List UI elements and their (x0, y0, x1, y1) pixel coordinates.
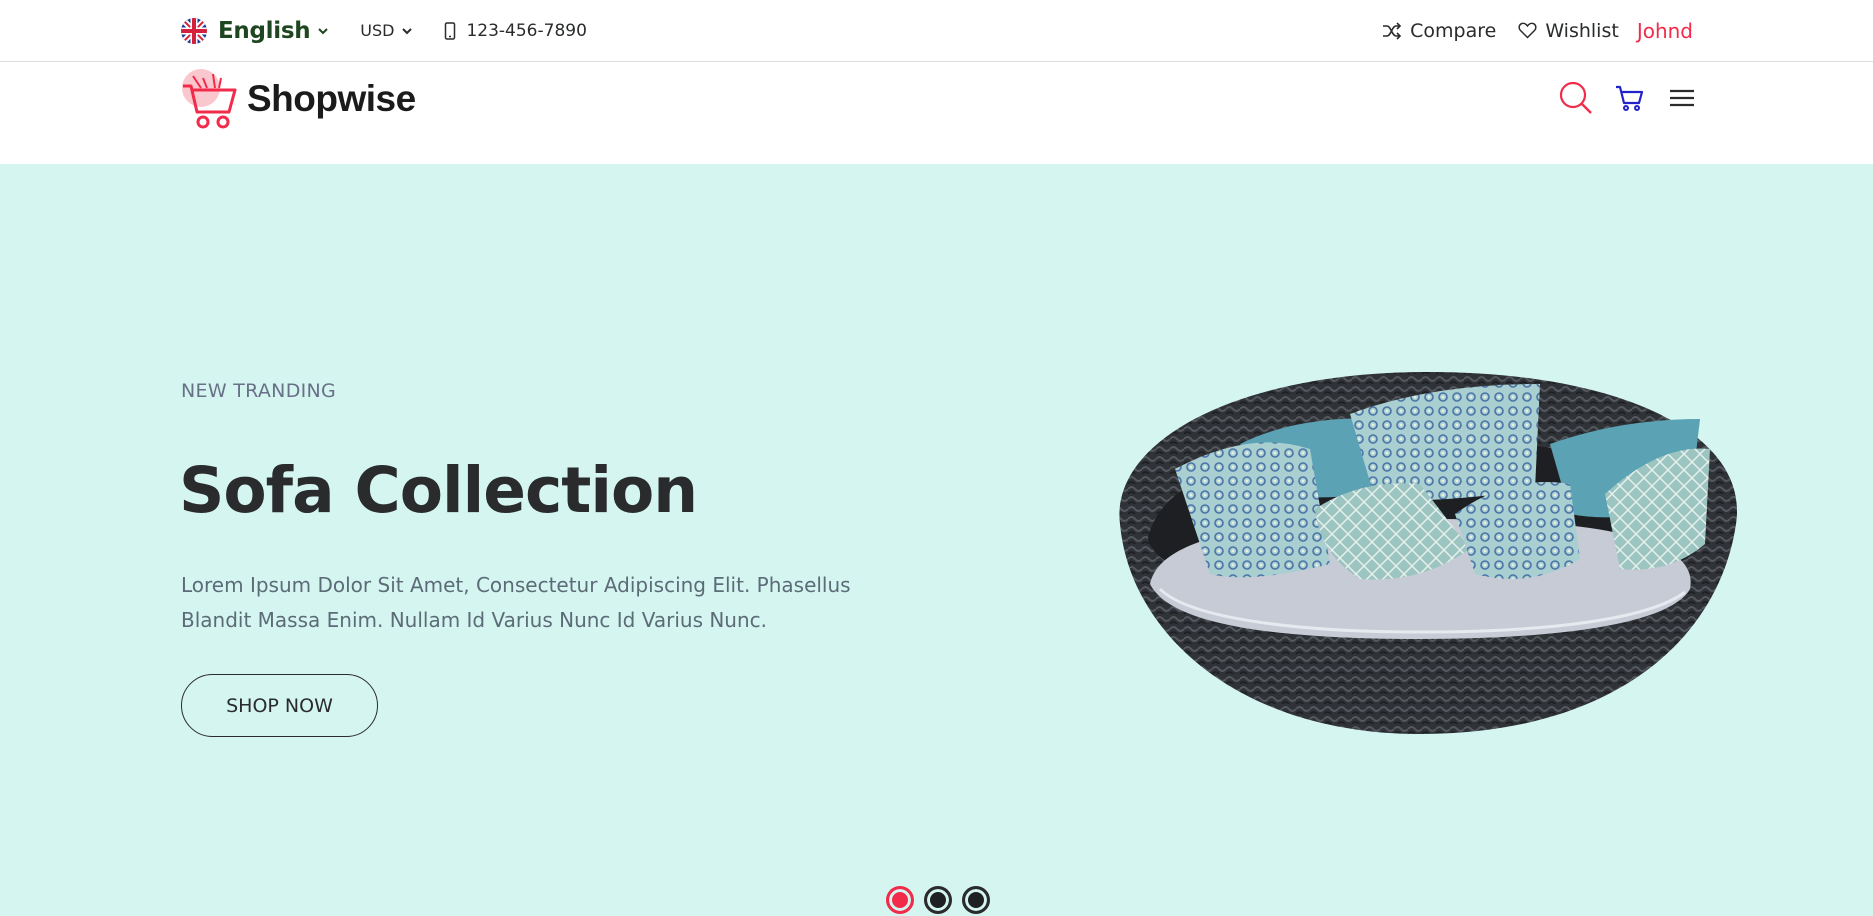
chevron-down-icon (318, 27, 328, 34)
shuffle-icon (1383, 21, 1402, 40)
logo[interactable]: Shopwise (181, 68, 416, 130)
search-icon (1559, 81, 1592, 114)
logo-text: Shopwise (247, 78, 416, 119)
top-bar-left: English USD 123-456-7890 (181, 0, 587, 61)
chevron-down-icon (402, 27, 413, 34)
hero-banner: NEW TRANDING Sofa Collection Lorem Ipsum… (0, 164, 1873, 916)
wicker-sofa-image (1119, 371, 1738, 734)
slide-dot-2[interactable] (924, 886, 952, 914)
language-selector[interactable]: English (181, 17, 330, 44)
phone-number: 123-456-7890 (466, 20, 587, 41)
slider-pagination (886, 886, 1000, 914)
uk-flag-icon (181, 17, 207, 44)
search-button[interactable] (1559, 81, 1593, 119)
cart-logo-icon (182, 69, 237, 129)
wishlist-link[interactable]: Wishlist (1518, 20, 1619, 42)
currency-label: USD (360, 21, 395, 40)
language-label: English (218, 17, 311, 44)
cart-button[interactable] (1615, 84, 1644, 116)
currency-selector[interactable]: USD (360, 21, 414, 40)
compare-link[interactable]: Compare (1382, 20, 1496, 42)
slide-dot-1[interactable] (886, 886, 914, 914)
wishlist-label: Wishlist (1545, 19, 1619, 42)
cart-icon (1616, 85, 1644, 111)
heart-icon (1518, 22, 1537, 39)
top-bar-right: Compare Wishlist Johnd (1360, 0, 1693, 61)
user-account-link[interactable]: Johnd (1637, 19, 1693, 43)
hero-description: Lorem Ipsum Dolor Sit Amet, Consectetur … (181, 573, 851, 632)
hamburger-menu-icon (1670, 89, 1694, 107)
main-header: Shopwise (0, 63, 1873, 164)
shop-now-button[interactable]: SHOP NOW (181, 674, 378, 737)
compare-label: Compare (1410, 19, 1497, 42)
menu-button[interactable] (1669, 88, 1695, 112)
phone-contact: 123-456-7890 (444, 20, 587, 41)
slide-dot-3[interactable] (962, 886, 990, 914)
top-bar: English USD 123-456-7890 Compare Wishlis… (0, 0, 1873, 62)
hero-title: Sofa Collection (179, 454, 698, 527)
mobile-phone-icon (445, 21, 456, 40)
hero-eyebrow: NEW TRANDING (181, 380, 337, 402)
header-actions (1559, 81, 1695, 119)
